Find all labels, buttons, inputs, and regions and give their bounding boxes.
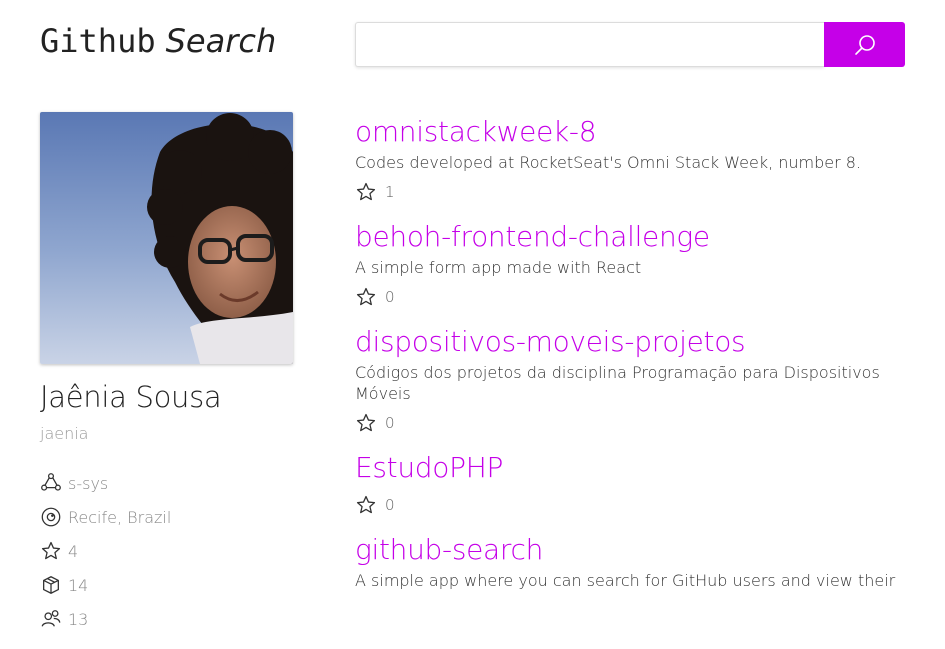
repo-stars: 0: [355, 412, 915, 434]
repo-stars-count: 0: [385, 496, 395, 514]
profile-info-list: s-sys Recife, Brazil 4 14 13: [40, 466, 171, 636]
list-item: EstudoPHP 0: [355, 450, 915, 516]
avatar: [40, 112, 293, 364]
profile-login: jaenia: [40, 424, 89, 443]
search-input[interactable]: [355, 22, 824, 67]
info-location-label: Recife, Brazil: [68, 507, 172, 527]
organization-icon: [41, 473, 61, 491]
star-icon: [41, 541, 61, 560]
search-icon: [854, 34, 875, 55]
info-company: s-sys: [40, 466, 171, 500]
search-bar: [355, 22, 905, 67]
location-icon: [41, 507, 61, 527]
info-repositories-count: 14: [68, 575, 89, 595]
repo-description: A simple app where you can search for Gi…: [355, 571, 896, 590]
list-item: behoh-frontend-challenge A simple form a…: [355, 219, 915, 308]
star-icon: [356, 413, 376, 432]
repo-name-link[interactable]: github-search: [355, 532, 915, 568]
repo-stars: 1: [355, 181, 915, 203]
info-following-count: 13: [68, 609, 89, 629]
repo-description: Codes developed at RocketSeat's Omni Sta…: [355, 153, 862, 172]
repo-stars: 0: [355, 286, 915, 308]
box-icon: [43, 576, 59, 594]
profile-name: Jaênia Sousa: [40, 380, 222, 414]
repo-name-link[interactable]: EstudoPHP: [355, 450, 915, 486]
search-button[interactable]: [824, 22, 905, 67]
list-item: dispositivos-moveis-projetos Códigos dos…: [355, 324, 915, 434]
repo-stars-count: 0: [385, 414, 395, 432]
repo-list: omnistackweek-8 Codes developed at Rocke…: [355, 114, 915, 607]
info-repositories: 14: [40, 568, 171, 602]
star-icon: [356, 495, 376, 514]
list-item: omnistackweek-8 Codes developed at Rocke…: [355, 114, 915, 203]
list-item: github-search A simple app where you can…: [355, 532, 915, 591]
info-company-label: s-sys: [68, 473, 109, 493]
repo-description: A simple form app made with React: [355, 258, 642, 277]
app-logo: Github Search: [40, 22, 276, 66]
users-icon: [41, 610, 61, 627]
info-stars: 4: [40, 534, 171, 568]
repo-name-link[interactable]: dispositivos-moveis-projetos: [355, 324, 915, 360]
repo-stars-count: 0: [385, 288, 395, 306]
logo-main-text: Github: [40, 22, 156, 60]
repo-name-link[interactable]: omnistackweek-8: [355, 114, 915, 150]
info-location: Recife, Brazil: [40, 500, 171, 534]
star-icon: [356, 287, 376, 306]
info-stars-count: 4: [68, 541, 79, 561]
avatar-photo: [40, 112, 293, 364]
repo-stars-count: 1: [385, 183, 395, 201]
repo-name-link[interactable]: behoh-frontend-challenge: [355, 219, 915, 255]
info-following: 13: [40, 602, 171, 636]
repo-description: Códigos dos projetos da disciplina Progr…: [355, 363, 880, 403]
repo-stars: 0: [355, 494, 915, 516]
logo-sub-text: Search: [165, 22, 277, 60]
star-icon: [356, 182, 376, 201]
